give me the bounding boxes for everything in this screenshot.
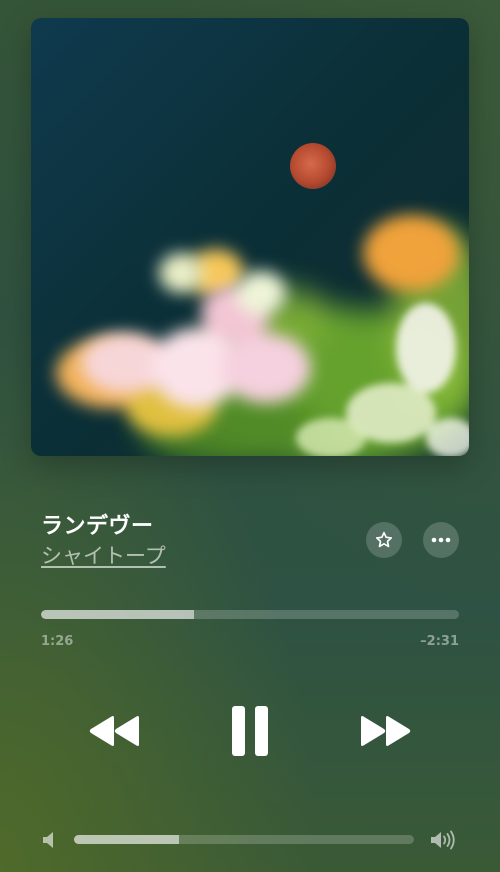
star-icon xyxy=(374,530,394,550)
pause-icon xyxy=(230,705,270,757)
album-artwork xyxy=(31,18,469,456)
favorite-button[interactable] xyxy=(366,522,402,558)
rewind-icon xyxy=(87,714,141,748)
pause-button[interactable] xyxy=(220,700,280,762)
playback-progress-fill xyxy=(41,610,194,619)
elapsed-time: 1:26 xyxy=(41,634,74,649)
more-options-button[interactable] xyxy=(423,522,459,558)
ellipsis-icon xyxy=(431,537,451,543)
speaker-high-icon xyxy=(430,830,458,850)
volume-slider[interactable] xyxy=(74,835,414,844)
fast-forward-button[interactable] xyxy=(354,705,418,757)
fast-forward-icon xyxy=(359,714,413,748)
track-title: ランデヴー xyxy=(41,514,154,539)
track-artist-link[interactable]: シャイトープ xyxy=(41,540,166,570)
volume-level-fill xyxy=(74,835,180,844)
rewind-button[interactable] xyxy=(82,705,146,757)
playback-scrubber[interactable] xyxy=(41,610,459,619)
speaker-low-icon xyxy=(42,830,56,850)
remaining-time: –2:31 xyxy=(420,634,459,649)
